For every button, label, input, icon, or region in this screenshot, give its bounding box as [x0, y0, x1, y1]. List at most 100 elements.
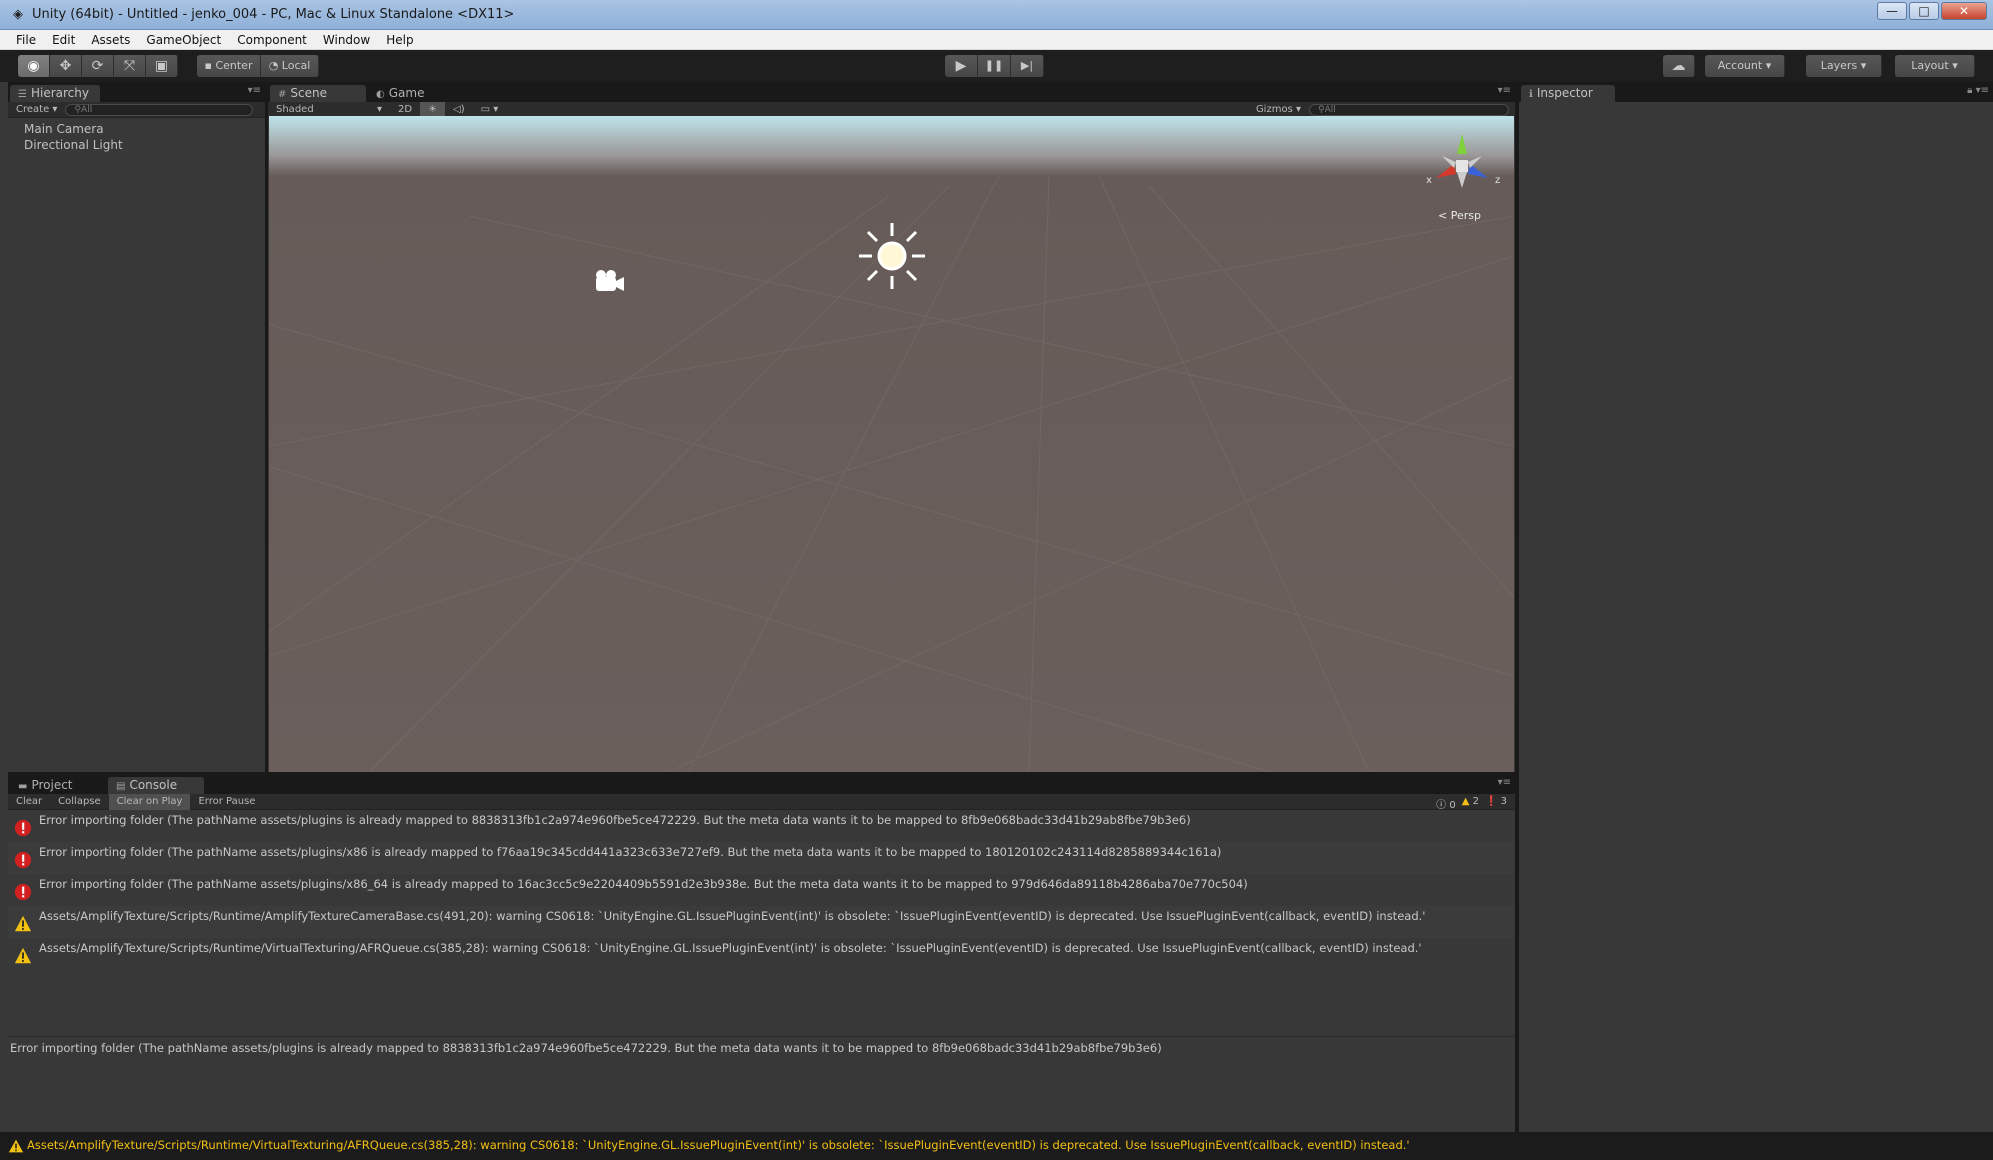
info-count-toggle[interactable]: ⓘ 0 — [1436, 796, 1456, 811]
axis-x-label: x — [1426, 175, 1432, 186]
close-button[interactable]: ✕ — [1941, 2, 1987, 20]
step-button[interactable]: ▶| — [1011, 55, 1044, 77]
projection-toggle[interactable]: < Persp — [1438, 209, 1481, 222]
camera-gizmo-icon — [596, 270, 624, 291]
layout-group: Layout ▾ — [1895, 55, 1975, 77]
tab-project[interactable]: ▬ Project — [10, 777, 102, 794]
cloud-button[interactable]: ☁ — [1663, 55, 1695, 77]
menu-help[interactable]: Help — [378, 30, 421, 50]
console-entry[interactable]: Error importing folder (The pathName ass… — [8, 842, 1515, 874]
info-icon: ℹ — [1529, 89, 1533, 100]
scene-search-placeholder: All — [1324, 104, 1336, 115]
console-entry[interactable]: Error importing folder (The pathName ass… — [8, 874, 1515, 906]
dropdown-arrow-icon: ▾ — [1765, 59, 1772, 72]
clear-button[interactable]: Clear — [8, 794, 50, 810]
pivot-label: Center — [215, 59, 253, 72]
warning-count-toggle[interactable]: ▲ 2 — [1462, 796, 1479, 811]
pivot-icon: ▪ — [204, 59, 216, 72]
console-icon: ▤ — [116, 781, 126, 792]
error-count: 3 — [1500, 796, 1507, 807]
scene-viewport[interactable]: x z < Persp — [269, 116, 1514, 772]
main-toolbar: ◉ ✥ ⟳ ⤧ ▣ ▪ Center ◔ Local ▶ ❚❚ ▶| ☁ Acc… — [0, 50, 1993, 82]
lock-icon[interactable]: 🔒︎ ▾≡ — [1967, 85, 1989, 96]
maximize-button[interactable]: □ — [1909, 2, 1939, 20]
console-log-list[interactable]: Error importing folder (The pathName ass… — [8, 810, 1515, 1036]
pivot-center-button[interactable]: ▪ Center — [197, 55, 261, 77]
shading-label: Shaded — [276, 103, 314, 115]
pause-button[interactable]: ❚❚ — [978, 55, 1011, 77]
status-message: Assets/AmplifyTexture/Scripts/Runtime/Vi… — [27, 1138, 1410, 1152]
status-bar[interactable]: Assets/AmplifyTexture/Scripts/Runtime/Vi… — [0, 1132, 1993, 1160]
hierarchy-search-input[interactable]: ⚲All — [65, 103, 254, 116]
menu-gameobject[interactable]: GameObject — [138, 30, 229, 50]
collapse-toggle[interactable]: Collapse — [50, 794, 109, 810]
console-entry-text: Error importing folder (The pathName ass… — [39, 813, 1191, 827]
list-icon: ☰ — [18, 89, 27, 100]
speaker-icon: ◁) — [453, 103, 465, 115]
playback-controls: ▶ ❚❚ ▶| — [945, 55, 1044, 77]
hierarchy-item-directional-light[interactable]: Directional Light — [24, 138, 123, 152]
hierarchy-panel: ☰ Hierarchy ▾≡ Create ▾ ⚲All Main Camera … — [8, 82, 265, 772]
hierarchy-item-main-camera[interactable]: Main Camera — [24, 122, 104, 136]
scene-search-input[interactable]: ⚲All — [1309, 103, 1509, 116]
rotate-tool-button[interactable]: ⟳ — [82, 55, 114, 77]
account-dropdown[interactable]: Account ▾ — [1705, 55, 1785, 77]
layers-group: Layers ▾ — [1806, 55, 1882, 77]
pivot-local-button[interactable]: ◔ Local — [261, 55, 319, 77]
tab-console[interactable]: ▤ Console — [108, 777, 204, 794]
panel-menu-icon[interactable]: ▾≡ — [248, 85, 261, 96]
clear-on-play-toggle[interactable]: Clear on Play — [108, 793, 191, 810]
console-entry-text: Assets/AmplifyTexture/Scripts/Runtime/Vi… — [39, 941, 1422, 955]
tab-project-label: Project — [31, 778, 73, 792]
tab-inspector[interactable]: ℹ Inspector — [1521, 85, 1615, 102]
menu-assets[interactable]: Assets — [83, 30, 138, 50]
menu-file[interactable]: File — [8, 30, 44, 50]
console-entry[interactable]: Assets/AmplifyTexture/Scripts/Runtime/Vi… — [8, 938, 1515, 970]
folder-icon: ▬ — [18, 781, 28, 792]
create-dropdown[interactable]: Create ▾ — [8, 102, 65, 118]
menu-component[interactable]: Component — [229, 30, 315, 50]
hand-tool-button[interactable]: ◉ — [18, 55, 50, 77]
panel-menu-icon[interactable]: ▾≡ — [1498, 85, 1511, 96]
window-controls: — □ ✕ — [1877, 2, 1987, 20]
tab-scene[interactable]: # Scene — [270, 85, 366, 102]
layers-dropdown[interactable]: Layers ▾ — [1806, 55, 1882, 77]
layout-dropdown[interactable]: Layout ▾ — [1895, 55, 1975, 77]
tab-hierarchy[interactable]: ☰ Hierarchy — [10, 85, 100, 102]
window-title-bar[interactable]: ◈ Unity (64bit) - Untitled - jenko_004 -… — [0, 0, 1993, 30]
menu-edit[interactable]: Edit — [44, 30, 83, 50]
menu-window[interactable]: Window — [315, 30, 378, 50]
rect-tool-button[interactable]: ▣ — [146, 55, 178, 77]
warning-icon — [14, 947, 32, 964]
error-pause-toggle[interactable]: Error Pause — [190, 794, 263, 810]
scene-grid — [269, 134, 1514, 772]
step-icon: ▶| — [1020, 59, 1034, 72]
console-detail-pane[interactable]: Error importing folder (The pathName ass… — [8, 1036, 1515, 1132]
console-entry[interactable]: Error importing folder (The pathName ass… — [8, 810, 1515, 842]
rect-icon: ▣ — [154, 58, 169, 74]
tab-console-label: Console — [129, 778, 178, 792]
gizmos-label: Gizmos — [1255, 103, 1293, 115]
tab-game[interactable]: ◐ Game — [368, 85, 438, 102]
dropdown-arrow-icon: ▾ — [1860, 59, 1867, 72]
panel-menu-icon[interactable]: ▾≡ — [1498, 777, 1511, 788]
inspector-panel: ℹ Inspector 🔒︎ ▾≡ — [1519, 82, 1993, 1132]
eye-icon: ◉ — [27, 58, 40, 74]
move-tool-button[interactable]: ✥ — [50, 55, 82, 77]
persp-icon: < — [1438, 209, 1451, 222]
error-icon: ❗ — [1484, 796, 1498, 807]
warning-icon — [8, 1139, 24, 1153]
move-icon: ✥ — [59, 58, 72, 74]
error-icon — [14, 883, 32, 901]
hierarchy-toolbar: Create ▾ ⚲All — [8, 102, 265, 118]
console-entry-text: Error importing folder (The pathName ass… — [39, 877, 1248, 891]
scale-tool-button[interactable]: ⤧ — [114, 55, 146, 77]
axis-z-label: z — [1495, 175, 1501, 186]
play-button[interactable]: ▶ — [945, 55, 978, 77]
error-count-toggle[interactable]: ❗ 3 — [1485, 796, 1507, 811]
menu-bar: File Edit Assets GameObject Component Wi… — [0, 30, 1993, 50]
tab-game-label: Game — [388, 86, 425, 100]
minimize-button[interactable]: — — [1877, 2, 1907, 20]
console-entry[interactable]: Assets/AmplifyTexture/Scripts/Runtime/Am… — [8, 906, 1515, 938]
hierarchy-search-placeholder: All — [81, 104, 93, 115]
